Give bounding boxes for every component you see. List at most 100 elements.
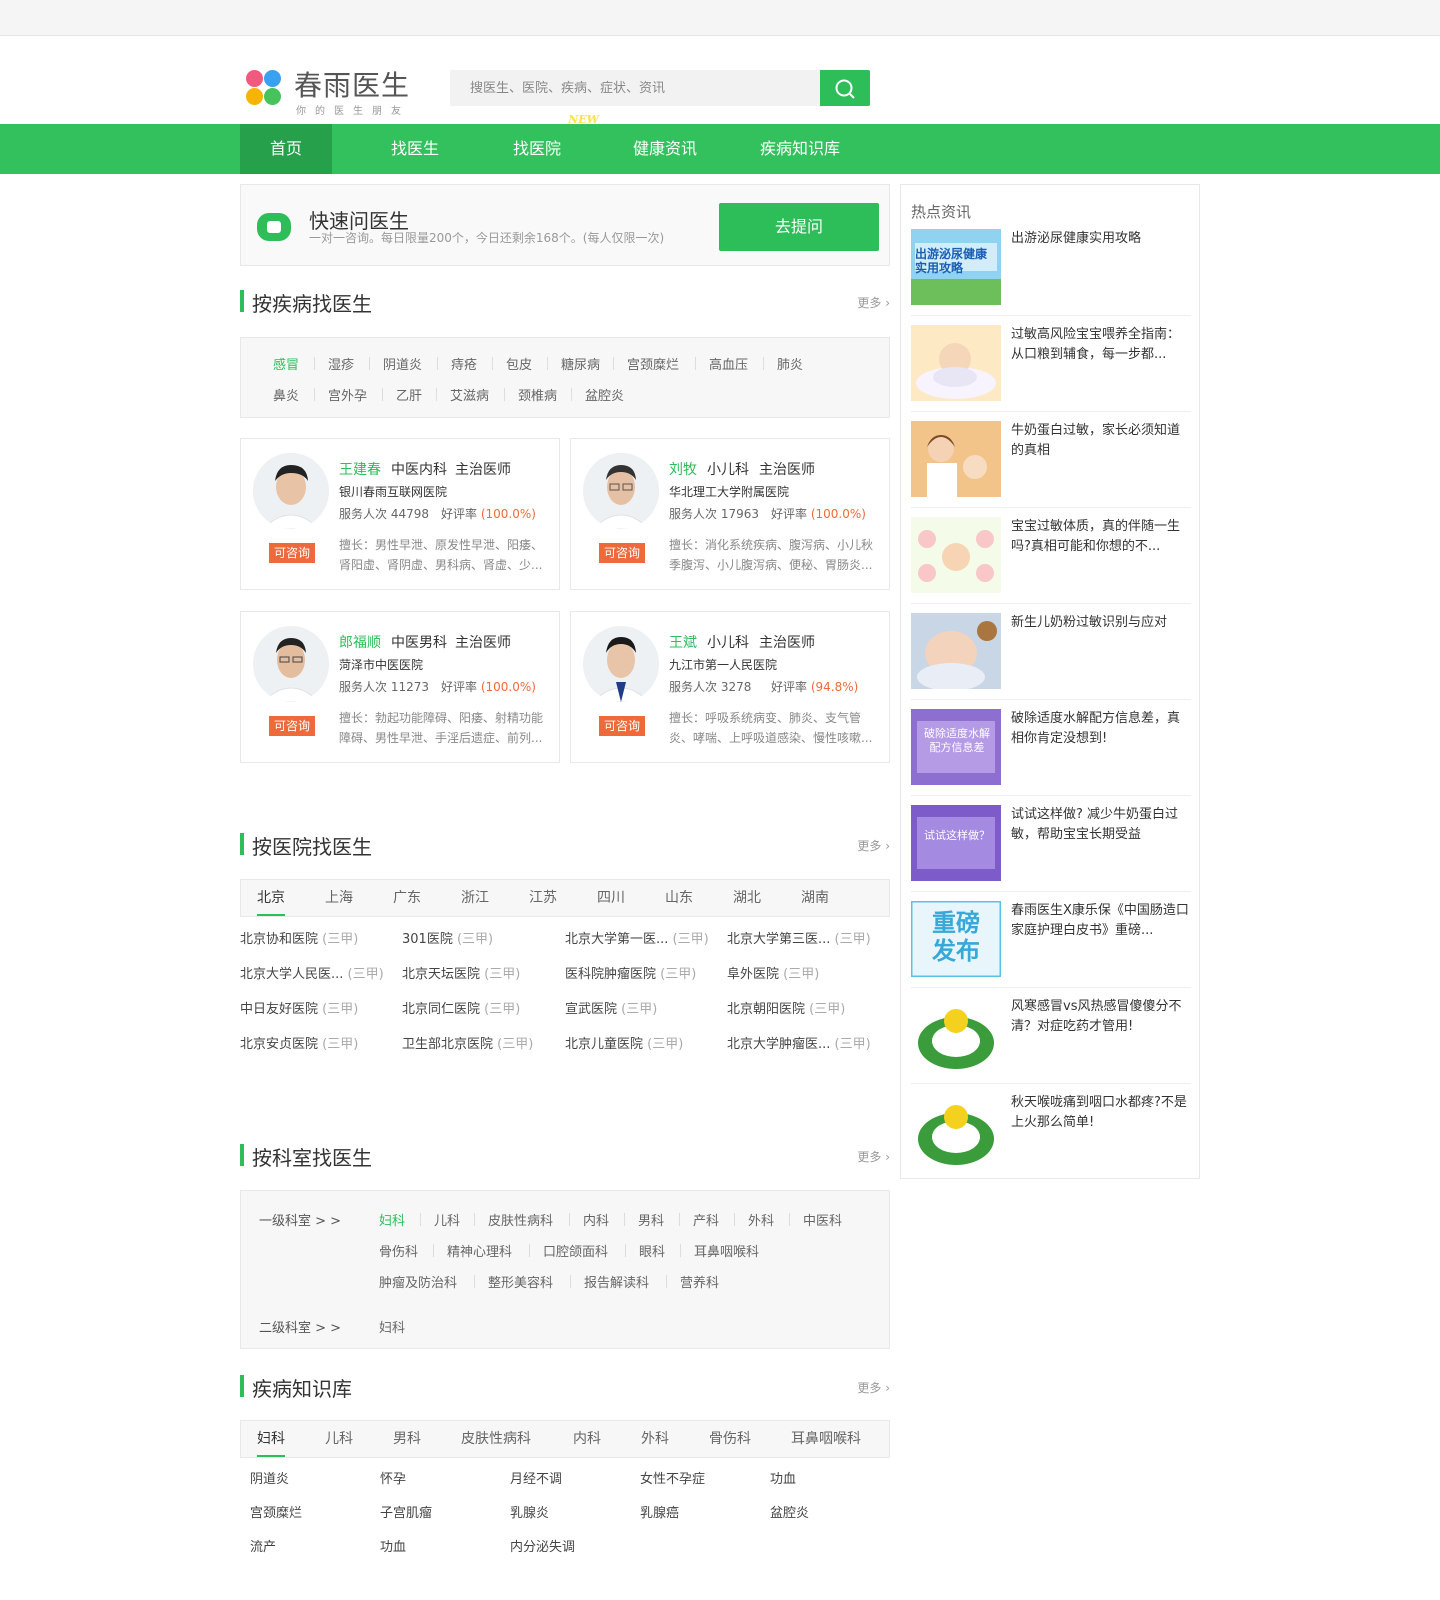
news-item[interactable]: 过敏高风险宝宝喂养全指南：从口粮到辅食，每一步都...: [911, 325, 1191, 405]
hospital-link[interactable]: 北京协和医院 (三甲): [240, 928, 358, 947]
more-link[interactable]: 更多 ›: [857, 837, 890, 854]
news-title[interactable]: 秋天喉咙痛到咽口水都疼?不是上火那么简单!: [1011, 1093, 1189, 1133]
department-tag[interactable]: 中医科: [803, 1210, 842, 1229]
kb-item[interactable]: 阴道炎: [250, 1468, 289, 1487]
kb-tab[interactable]: 骨伤科: [709, 1421, 751, 1457]
kb-item[interactable]: 月经不调: [510, 1468, 562, 1487]
doctor-name[interactable]: 王斌: [669, 632, 697, 652]
doctor-card[interactable]: 可咨询 王斌 小儿科 主治医师 九江市第一人民医院 服务人次 3278 好评率 …: [570, 611, 890, 763]
news-item[interactable]: 风寒感冒vs风热感冒傻傻分不清？对症吃药才管用!: [911, 997, 1191, 1077]
news-item[interactable]: 重磅发布 春雨医生X康乐保《中国肠造口家庭护理白皮书》重磅...: [911, 901, 1191, 981]
nav-home[interactable]: 首页: [240, 124, 332, 174]
disease-tag[interactable]: 痔疮: [451, 354, 477, 373]
department-tag[interactable]: 报告解读科: [584, 1272, 649, 1291]
disease-tag[interactable]: 肺炎: [777, 354, 803, 373]
department-tag[interactable]: 骨伤科: [379, 1241, 418, 1260]
department-tag[interactable]: 肿瘤及防治科: [379, 1272, 457, 1291]
news-item[interactable]: 试试这样做？ 试试这样做? 减少牛奶蛋白过敏，帮助宝宝长期受益: [911, 805, 1191, 885]
hospital-link[interactable]: 北京大学第一医... (三甲): [565, 928, 709, 947]
search-input[interactable]: [450, 70, 820, 106]
kb-tab[interactable]: 儿科: [325, 1421, 353, 1457]
kb-item[interactable]: 乳腺炎: [510, 1502, 549, 1521]
hospital-link[interactable]: 宣武医院 (三甲): [565, 998, 657, 1017]
region-tab[interactable]: 广东: [393, 880, 421, 916]
disease-tag[interactable]: 感冒: [273, 354, 299, 373]
news-title[interactable]: 试试这样做? 减少牛奶蛋白过敏，帮助宝宝长期受益: [1011, 805, 1189, 845]
department-tag[interactable]: 产科: [693, 1210, 719, 1229]
kb-item[interactable]: 功血: [380, 1536, 406, 1555]
hospital-link[interactable]: 北京同仁医院 (三甲): [402, 998, 520, 1017]
disease-tag[interactable]: 包皮: [506, 354, 532, 373]
department-tag[interactable]: 眼科: [639, 1241, 665, 1260]
disease-tag[interactable]: 盆腔炎: [585, 385, 624, 404]
search-button[interactable]: [820, 70, 870, 106]
hospital-link[interactable]: 卫生部北京医院 (三甲): [402, 1033, 533, 1052]
consult-badge[interactable]: 可咨询: [269, 716, 315, 736]
kb-tab[interactable]: 妇科: [257, 1421, 285, 1457]
disease-tag[interactable]: 乙肝: [396, 385, 422, 404]
news-item[interactable]: 牛奶蛋白过敏，家长必须知道的真相: [911, 421, 1191, 501]
hospital-link[interactable]: 北京安贞医院 (三甲): [240, 1033, 358, 1052]
news-item[interactable]: 宝宝过敏体质，真的伴随一生吗?真相可能和你想的不...: [911, 517, 1191, 597]
kb-item[interactable]: 子宫肌瘤: [380, 1502, 432, 1521]
hospital-link[interactable]: 北京儿童医院 (三甲): [565, 1033, 683, 1052]
doctor-name[interactable]: 刘牧: [669, 459, 697, 479]
news-title[interactable]: 宝宝过敏体质，真的伴随一生吗?真相可能和你想的不...: [1011, 517, 1189, 557]
department-tag[interactable]: 精神心理科: [447, 1241, 512, 1260]
hospital-link[interactable]: 北京大学第三医... (三甲): [727, 928, 871, 947]
kb-item[interactable]: 乳腺癌: [640, 1502, 679, 1521]
doctor-name[interactable]: 郎福顺: [339, 632, 381, 652]
department-tag[interactable]: 营养科: [680, 1272, 719, 1291]
department-tag[interactable]: 皮肤性病科: [488, 1210, 553, 1229]
news-item[interactable]: 秋天喉咙痛到咽口水都疼?不是上火那么简单!: [911, 1093, 1191, 1173]
hospital-link[interactable]: 中日友好医院 (三甲): [240, 998, 358, 1017]
more-link[interactable]: 更多 ›: [857, 1148, 890, 1165]
ask-button[interactable]: 去提问: [719, 203, 879, 251]
nav-disease-kb[interactable]: 疾病知识库: [750, 124, 850, 174]
news-title[interactable]: 春雨医生X康乐保《中国肠造口家庭护理白皮书》重磅...: [1011, 901, 1189, 941]
hospital-link[interactable]: 阜外医院 (三甲): [727, 963, 819, 982]
kb-item[interactable]: 内分泌失调: [510, 1536, 575, 1555]
region-tab[interactable]: 北京: [257, 880, 285, 916]
news-title[interactable]: 出游泌尿健康实用攻略: [1011, 229, 1189, 249]
disease-tag[interactable]: 高血压: [709, 354, 748, 373]
news-item[interactable]: 出游泌尿健康实用攻略 出游泌尿健康实用攻略: [911, 229, 1191, 309]
disease-tag[interactable]: 宫外孕: [328, 385, 367, 404]
department-tag[interactable]: 耳鼻咽喉科: [694, 1241, 759, 1260]
hospital-link[interactable]: 301医院 (三甲): [402, 928, 493, 947]
kb-item[interactable]: 流产: [250, 1536, 276, 1555]
kb-tab[interactable]: 皮肤性病科: [461, 1421, 531, 1457]
region-tab[interactable]: 湖北: [733, 880, 761, 916]
doctor-card[interactable]: 可咨询 王建春 中医内科 主治医师 银川春雨互联网医院 服务人次 44798 好…: [240, 438, 560, 590]
news-title[interactable]: 破除适度水解配方信息差，真相你肯定没想到!: [1011, 709, 1189, 749]
region-tab[interactable]: 山东: [665, 880, 693, 916]
kb-tab[interactable]: 男科: [393, 1421, 421, 1457]
disease-tag[interactable]: 鼻炎: [273, 385, 299, 404]
region-tab[interactable]: 四川: [597, 880, 625, 916]
news-title[interactable]: 新生儿奶粉过敏识别与应对: [1011, 613, 1189, 633]
department-tag[interactable]: 妇科: [379, 1210, 405, 1229]
region-tab[interactable]: 江苏: [529, 880, 557, 916]
nav-health-news[interactable]: 健康资讯: [620, 124, 710, 174]
nav-find-hospital[interactable]: 找医院 NEW: [505, 114, 599, 174]
doctor-card[interactable]: 可咨询 郎福顺 中医男科 主治医师 菏泽市中医医院 服务人次 11273 好评率…: [240, 611, 560, 763]
disease-tag[interactable]: 糖尿病: [561, 354, 600, 373]
department-tag[interactable]: 外科: [748, 1210, 774, 1229]
region-tab[interactable]: 湖南: [801, 880, 829, 916]
kb-tab[interactable]: 外科: [641, 1421, 669, 1457]
hospital-link[interactable]: 北京大学肿瘤医... (三甲): [727, 1033, 871, 1052]
news-title[interactable]: 牛奶蛋白过敏，家长必须知道的真相: [1011, 421, 1189, 461]
news-item[interactable]: 新生儿奶粉过敏识别与应对: [911, 613, 1191, 693]
news-title[interactable]: 过敏高风险宝宝喂养全指南：从口粮到辅食，每一步都...: [1011, 325, 1189, 365]
department-tag[interactable]: 儿科: [434, 1210, 460, 1229]
hospital-link[interactable]: 北京天坛医院 (三甲): [402, 963, 520, 982]
department-tag[interactable]: 内科: [583, 1210, 609, 1229]
department-tag[interactable]: 整形美容科: [488, 1272, 553, 1291]
more-link[interactable]: 更多 ›: [857, 1379, 890, 1396]
kb-item[interactable]: 盆腔炎: [770, 1502, 809, 1521]
consult-badge[interactable]: 可咨询: [269, 543, 315, 563]
doctor-name[interactable]: 王建春: [339, 459, 381, 479]
disease-tag[interactable]: 艾滋病: [450, 385, 489, 404]
kb-item[interactable]: 怀孕: [380, 1468, 406, 1487]
department-tag[interactable]: 口腔颌面科: [543, 1241, 608, 1260]
